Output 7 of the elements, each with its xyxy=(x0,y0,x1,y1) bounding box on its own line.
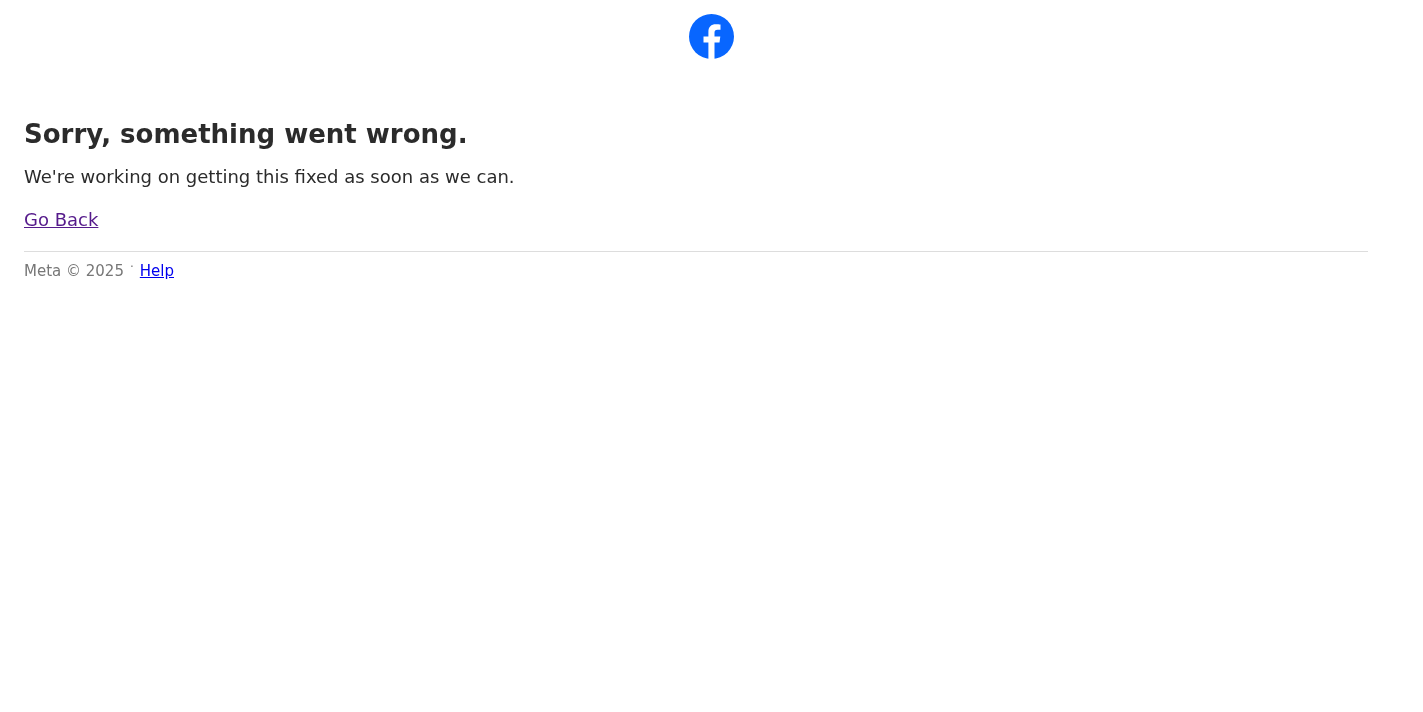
copyright-text: Meta © 2025 xyxy=(24,261,124,282)
error-message: We're working on getting this fixed as soon as we can. xyxy=(24,165,516,189)
help-link[interactable]: Help xyxy=(139,260,174,283)
separator-dot: · xyxy=(129,259,134,276)
logo-icon xyxy=(689,14,734,59)
error-heading: Sorry, something went wrong. xyxy=(24,118,469,151)
go-back-link[interactable]: Go Back xyxy=(24,209,99,230)
